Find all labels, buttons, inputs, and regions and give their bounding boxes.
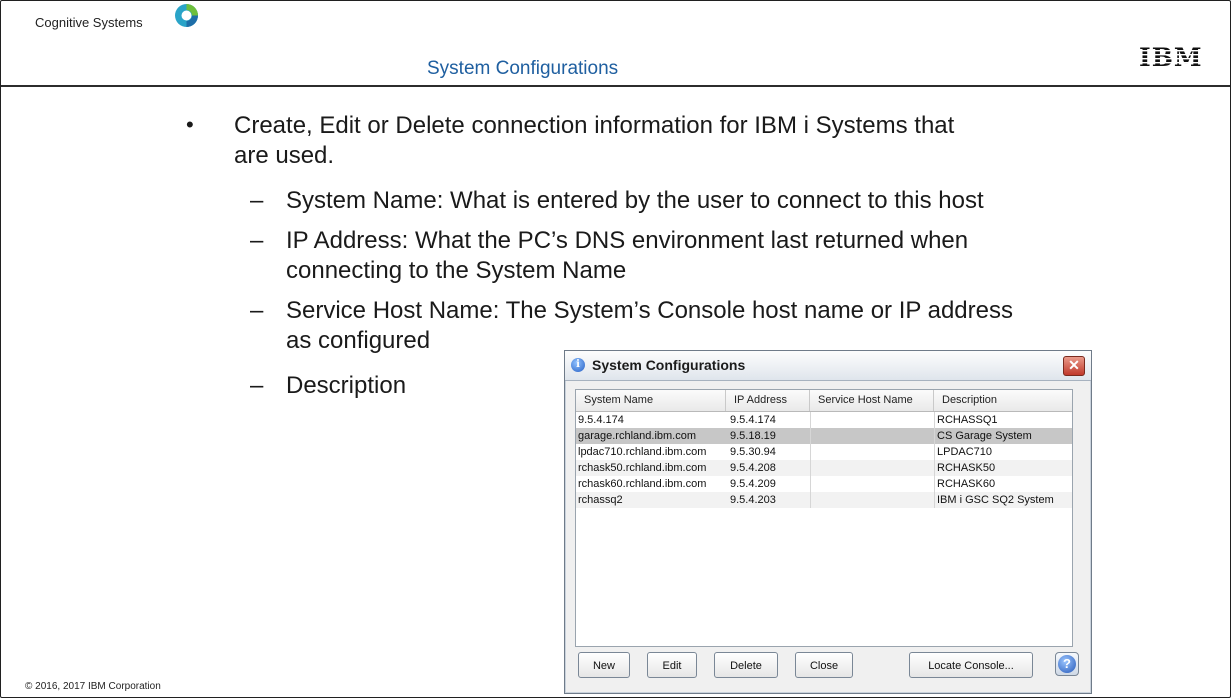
system-configurations-dialog: i System Configurations ✕ System Name IP… [564,350,1092,694]
table-row[interactable]: rchassq2 9.5.4.203 IBM i GSC SQ2 System [576,492,1072,508]
slide: Cognitive Systems System Configurations … [0,0,1231,698]
table-row[interactable]: rchask50.rchland.ibm.com 9.5.4.208 RCHAS… [576,460,1072,476]
column-header-service-host[interactable]: Service Host Name [810,390,934,411]
close-icon[interactable]: ✕ [1063,356,1085,376]
column-header-description[interactable]: Description [934,390,1072,411]
new-button[interactable]: New [578,652,630,678]
ibm-logo-icon: IBM [1139,44,1201,70]
table-header: System Name IP Address Service Host Name… [576,390,1072,412]
dialog-title: System Configurations [592,357,746,373]
help-button[interactable]: ? [1055,652,1079,676]
bullet-text-cont: are used. [234,142,335,169]
info-icon: i [571,358,585,372]
brand-label: Cognitive Systems [35,15,143,30]
table-row[interactable]: rchask60.rchland.ibm.com 9.5.4.209 RCHAS… [576,476,1072,492]
title-divider [1,85,1230,87]
table-row[interactable]: garage.rchland.ibm.com 9.5.18.19 CS Gara… [576,428,1072,444]
help-icon: ? [1058,655,1076,673]
page-title: System Configurations [427,58,619,79]
column-header-system-name[interactable]: System Name [576,390,726,411]
copyright: © 2016, 2017 IBM Corporation [25,681,161,692]
dialog-title-bar[interactable]: i System Configurations ✕ [565,351,1091,381]
systems-table[interactable]: System Name IP Address Service Host Name… [575,389,1073,647]
close-button[interactable]: Close [795,652,853,678]
delete-button[interactable]: Delete [714,652,778,678]
cognitive-systems-logo-icon [175,4,198,27]
svg-text:IBM: IBM [1139,44,1201,70]
locate-console-button[interactable]: Locate Console... [909,652,1033,678]
table-row[interactable]: 9.5.4.174 9.5.4.174 RCHASSQ1 [576,412,1072,428]
edit-button[interactable]: Edit [647,652,697,678]
column-header-ip-address[interactable]: IP Address [726,390,810,411]
table-row[interactable]: lpdac710.rchland.ibm.com 9.5.30.94 LPDAC… [576,444,1072,460]
bullet-text: Create, Edit or Delete connection inform… [234,112,955,139]
